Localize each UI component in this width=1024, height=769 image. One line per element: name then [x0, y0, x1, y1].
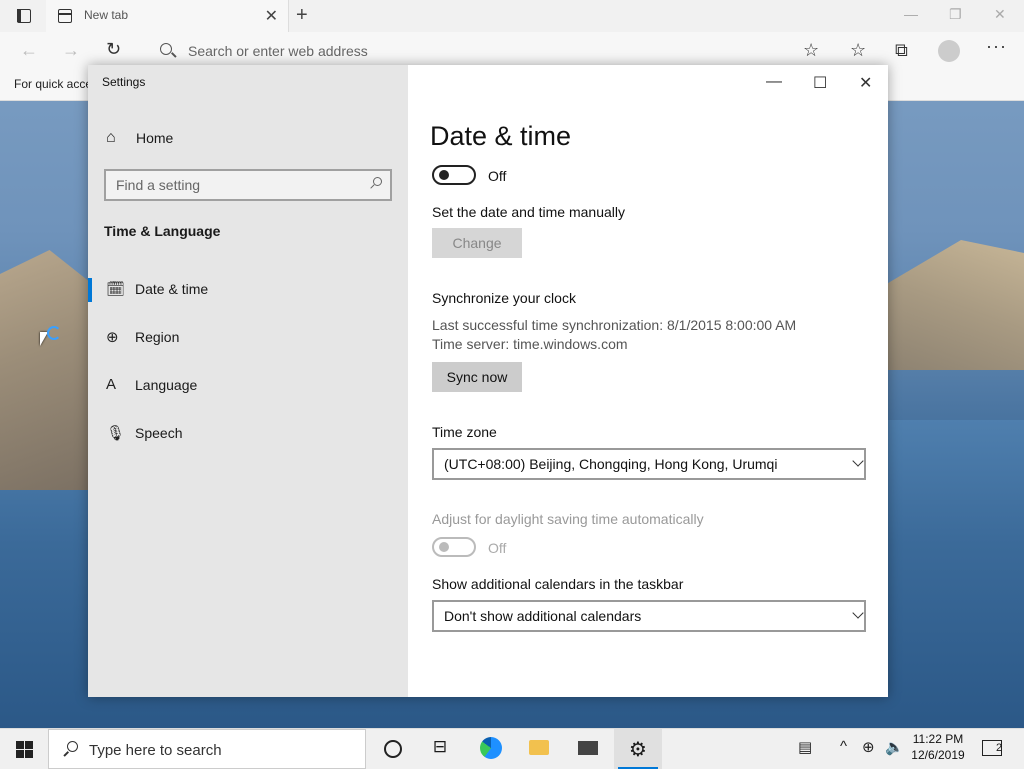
volume-muted-icon[interactable]: 🔈 — [885, 738, 904, 756]
notification-count-badge: 2 — [996, 742, 1003, 754]
sidebar-item-label: Language — [135, 377, 198, 393]
refresh-icon[interactable]: ↻ — [106, 39, 121, 60]
set-manually-label: Set the date and time manually — [432, 204, 626, 220]
desktop-background-hill — [884, 240, 1024, 370]
time-zone-dropdown[interactable]: (UTC+08:00) Beijing, Chongqing, Hong Kon… — [432, 448, 866, 480]
time-zone-value: (UTC+08:00) Beijing, Chongqing, Hong Kon… — [444, 456, 778, 472]
taskbar-search-placeholder: Type here to search — [89, 742, 222, 759]
favorites-icon[interactable]: ☆ — [850, 40, 866, 61]
search-icon — [370, 177, 382, 189]
settings-taskbar-button[interactable]: ⚙ — [614, 729, 662, 769]
gear-icon: ⚙ — [629, 739, 647, 761]
find-setting-input[interactable]: Find a setting — [104, 169, 392, 201]
browser-tab[interactable]: New tab ✕ — [46, 0, 289, 32]
clock-time: 11:22 PM — [912, 732, 964, 746]
clock-date: 12/6/2019 — [911, 748, 965, 762]
windows-start-icon[interactable] — [16, 741, 33, 758]
home-icon: ⌂ — [106, 129, 116, 146]
chevron-down-icon — [852, 455, 864, 467]
collections-icon[interactable]: ⧉ — [895, 40, 908, 61]
section-heading: Time & Language — [104, 223, 221, 239]
maximize-icon[interactable]: ☐ — [813, 73, 827, 93]
sync-now-button[interactable]: Sync now — [432, 362, 522, 392]
close-icon[interactable]: ✕ — [859, 73, 872, 93]
page-title: Date & time — [430, 121, 572, 151]
task-view-button[interactable]: ⊟ — [416, 729, 464, 769]
browser-tab-bar: New tab ✕ + — ❐ ✕ — [0, 0, 1024, 32]
change-button[interactable]: Change — [432, 228, 522, 258]
close-window-icon[interactable]: ✕ — [994, 6, 1006, 23]
sidebar-item-home[interactable]: ⌂ Home — [88, 127, 408, 151]
toggle-state-label: Off — [488, 168, 507, 184]
sidebar-item-label: Date & time — [135, 281, 209, 297]
sidebar-item-speech[interactable]: 🎙 Speech — [88, 417, 408, 451]
task-view-icon: ⊟ — [432, 737, 448, 756]
cortana-icon[interactable] — [384, 740, 402, 758]
tab-title: New tab — [84, 8, 129, 22]
sidebar-item-label: Speech — [135, 425, 183, 441]
set-time-automatically-toggle[interactable] — [432, 165, 476, 185]
profile-avatar-icon[interactable] — [938, 40, 960, 62]
sidebar-item-language[interactable]: A Language — [88, 369, 408, 403]
last-sync-text: Last successful time synchronization: 8/… — [432, 317, 797, 333]
settings-window: Settings ⌂ Home Find a setting Time & La… — [88, 65, 888, 697]
mail-icon[interactable] — [578, 741, 598, 755]
show-hidden-icons-chevron-icon[interactable]: ^ — [840, 738, 847, 755]
new-tab-button[interactable]: + — [296, 4, 308, 27]
globe-icon: ⊕ — [106, 329, 119, 346]
keyboard-layout-icon[interactable]: ▤ — [798, 738, 812, 756]
sync-heading: Synchronize your clock — [432, 290, 576, 306]
settings-sidebar: Settings ⌂ Home Find a setting Time & La… — [88, 65, 408, 697]
back-arrow-icon[interactable]: ← — [20, 40, 38, 61]
forward-arrow-icon[interactable]: → — [62, 40, 80, 61]
address-placeholder: Search or enter web address — [188, 43, 368, 59]
more-options-icon[interactable]: ··· — [986, 36, 1007, 57]
sidebar-item-label: Home — [136, 130, 174, 146]
dst-label: Adjust for daylight saving time automati… — [432, 511, 704, 527]
address-bar[interactable]: Search or enter web address — [150, 36, 790, 66]
settings-content: — ☐ ✕ Date & time Off Set the date and t… — [408, 65, 888, 697]
new-tab-page-icon — [58, 9, 72, 23]
minimize-icon[interactable]: — — [904, 6, 918, 22]
calendars-label: Show additional calendars in the taskbar — [432, 576, 684, 592]
language-icon: A — [106, 376, 117, 393]
close-tab-icon[interactable]: ✕ — [265, 6, 278, 26]
dst-toggle[interactable] — [432, 537, 476, 557]
restore-icon[interactable]: ❐ — [949, 6, 962, 23]
sidebar-item-date-time[interactable]: 🗓 Date & time — [88, 273, 408, 307]
favorites-bar-text: For quick acce — [14, 77, 93, 91]
toggle-state-label: Off — [488, 540, 507, 556]
file-explorer-icon[interactable] — [529, 740, 549, 755]
window-title: Settings — [102, 75, 146, 89]
sidebar-item-label: Region — [135, 329, 180, 345]
busy-indicator-icon — [47, 326, 61, 340]
search-icon — [160, 43, 172, 55]
calendar-clock-icon: 🗓 — [106, 281, 126, 298]
sidebar-item-region[interactable]: ⊕ Region — [88, 321, 408, 355]
calendars-dropdown[interactable]: Don't show additional calendars — [432, 600, 866, 632]
time-server-text: Time server: time.windows.com — [432, 336, 628, 352]
tab-actions-icon[interactable] — [12, 7, 36, 25]
calendars-value: Don't show additional calendars — [444, 608, 642, 624]
search-icon — [63, 741, 78, 753]
minimize-icon[interactable]: — — [766, 73, 782, 91]
add-favorite-icon[interactable]: ☆ — [803, 40, 819, 61]
taskbar-clock[interactable]: 11:22 PM 12/6/2019 — [906, 731, 970, 763]
edge-browser-icon[interactable] — [480, 737, 502, 759]
taskbar-search-box[interactable]: Type here to search — [48, 729, 366, 769]
network-icon[interactable]: ⊕ — [862, 738, 875, 756]
find-setting-placeholder: Find a setting — [116, 177, 201, 193]
microphone-icon: 🎙 — [106, 425, 126, 442]
chevron-down-icon — [852, 607, 864, 619]
time-zone-label: Time zone — [432, 424, 497, 440]
